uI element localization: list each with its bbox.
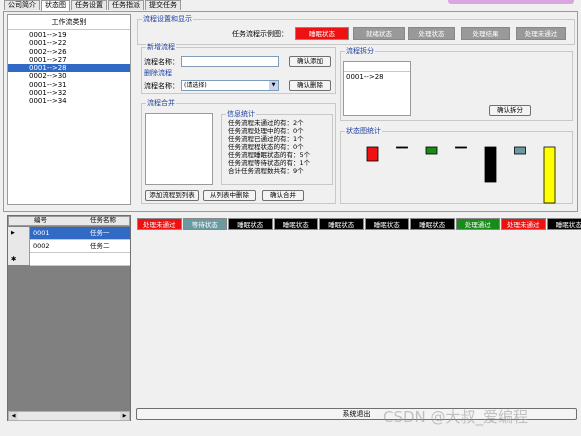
- stat-line: 任务流程程状态的有：0个: [228, 143, 304, 151]
- add-name-input[interactable]: [181, 56, 279, 67]
- list-item-selected[interactable]: 0001-->28: [8, 64, 130, 73]
- delete-process-title: 删除流程: [144, 69, 172, 77]
- info-stats-title: 信息统计: [226, 110, 256, 118]
- state-stat-bar: [484, 146, 497, 183]
- list-item[interactable]: 0002-->30: [8, 72, 130, 80]
- column-header-id[interactable]: 编号: [34, 216, 47, 225]
- row-divider: [30, 252, 130, 253]
- confirm-delete-button[interactable]: 确认删除: [289, 80, 331, 91]
- column-header-name[interactable]: 任务名称: [90, 216, 116, 225]
- list-item[interactable]: 0001-->34: [8, 97, 130, 105]
- list-item[interactable]: 0001-->22: [8, 39, 130, 47]
- status-strip-cell[interactable]: 睡眠状态: [364, 218, 409, 230]
- stat-line: 任务流程等待状态的有：1个: [228, 159, 311, 167]
- workflow-category-list[interactable]: 工作流类别 0001-->19 0001-->22 0002-->26 0001…: [7, 14, 131, 205]
- process-display-title: 流程设置和显示: [142, 15, 193, 23]
- row-divider: [30, 239, 130, 240]
- ready-state-button[interactable]: 就绪状态: [353, 27, 405, 40]
- new-row-asterisk-icon: ✱: [11, 255, 17, 263]
- tab-submit-task[interactable]: 提交任务: [145, 0, 181, 10]
- merge-list[interactable]: [145, 113, 213, 185]
- state-stat-bar: [396, 146, 408, 149]
- add-to-list-button[interactable]: 添加流程到列表: [145, 190, 199, 201]
- workflow-category-header: 工作流类别: [8, 15, 130, 30]
- state-stats-chart: [366, 146, 556, 204]
- chevron-down-icon[interactable]: ▼: [269, 81, 278, 90]
- list-item[interactable]: 0001-->31: [8, 81, 130, 89]
- title-decoration: [448, 0, 574, 4]
- confirm-merge-button[interactable]: 确认合并: [262, 190, 304, 201]
- status-strip-cell[interactable]: 处理通过: [455, 218, 500, 230]
- status-strip-cell[interactable]: 处理未通过: [137, 218, 182, 230]
- process-result-button[interactable]: 处理结果: [461, 27, 510, 40]
- confirm-split-button[interactable]: 确认拆分: [489, 105, 531, 116]
- process-split-title: 流程拆分: [345, 47, 375, 55]
- stat-line: 任务流程未通过的有：2个: [228, 119, 304, 127]
- confirm-add-button[interactable]: 确认添加: [289, 56, 331, 67]
- list-item[interactable]: 0001-->28: [344, 72, 410, 82]
- split-list[interactable]: 0001-->28: [343, 61, 411, 116]
- list-item[interactable]: 0001-->27: [8, 56, 130, 64]
- remove-from-list-button[interactable]: 从列表中删除: [203, 190, 256, 201]
- process-failed-button[interactable]: 处理未通过: [516, 27, 566, 40]
- row-divider: [30, 265, 130, 266]
- list-item[interactable]: 0002-->26: [8, 48, 130, 56]
- add-name-label: 流程名称：: [144, 58, 179, 66]
- status-strip-cell[interactable]: 睡眠状态: [228, 218, 273, 230]
- processing-state-button[interactable]: 处理状态: [408, 27, 455, 40]
- status-strip-cell[interactable]: 等待状态: [182, 218, 227, 230]
- delete-process-select[interactable]: (请选择) ▼: [181, 80, 279, 91]
- state-stat-bar: [543, 146, 556, 204]
- stat-line: 合计任务流程数共有：9个: [228, 167, 304, 175]
- tab-strip: 公司简介 状态图 任务设置 任务指派 提交任务: [4, 0, 182, 11]
- horizontal-scrollbar[interactable]: [8, 411, 130, 421]
- delete-select-value: (请选择): [184, 82, 207, 89]
- example-label: 任务流程示例图：: [232, 30, 288, 38]
- add-process-title: 新增流程: [146, 43, 176, 51]
- table-cell-name[interactable]: 任务一: [90, 229, 110, 238]
- table-cell-id[interactable]: 0001: [33, 229, 50, 238]
- state-stat-bar: [455, 146, 467, 149]
- state-stat-bar: [366, 146, 379, 162]
- tab-task-settings[interactable]: 任务设置: [71, 0, 107, 10]
- table-cell-id[interactable]: 0002: [33, 242, 50, 251]
- scroll-right-icon[interactable]: ▶: [120, 412, 129, 420]
- delete-name-label: 流程名称：: [144, 82, 179, 90]
- info-stats-list: 任务流程未通过的有：2个 任务流程处理中的有：0个 任务流程已通过的有：1个 任…: [228, 119, 310, 175]
- status-strip-cell[interactable]: 处理未通过: [501, 218, 546, 230]
- tab-task-assign[interactable]: 任务指派: [108, 0, 144, 10]
- stat-line: 任务流程处理中的有：0个: [228, 127, 304, 135]
- process-merge-title: 流程合并: [146, 99, 176, 107]
- stat-line: 任务流程已通过的有：1个: [228, 135, 304, 143]
- tab-company-intro[interactable]: 公司简介: [4, 0, 40, 10]
- status-strip-cell[interactable]: 睡眠状态: [319, 218, 364, 230]
- scroll-left-icon[interactable]: ◀: [9, 412, 18, 420]
- split-list-header: [344, 62, 410, 72]
- status-strip-cell[interactable]: 睡眠状态: [273, 218, 318, 230]
- state-stat-bar: [425, 146, 438, 155]
- state-stat-bar: [514, 146, 526, 155]
- list-item[interactable]: 0001-->32: [8, 89, 130, 97]
- list-item[interactable]: 0001-->19: [8, 31, 130, 39]
- current-row-indicator-icon: ▶: [11, 230, 15, 236]
- sleep-state-button[interactable]: 睡眠状态: [295, 27, 349, 40]
- tab-state-chart[interactable]: 状态图: [41, 0, 70, 11]
- status-strip-cell[interactable]: 睡眠状态: [546, 218, 581, 230]
- watermark: CSDN @大叔_爱编程: [383, 408, 529, 426]
- table-cell-name[interactable]: 任务二: [90, 242, 110, 251]
- status-strip-cell[interactable]: 睡眠状态: [410, 218, 455, 230]
- stat-line: 任务流程睡眠状态的有：5个: [228, 151, 311, 159]
